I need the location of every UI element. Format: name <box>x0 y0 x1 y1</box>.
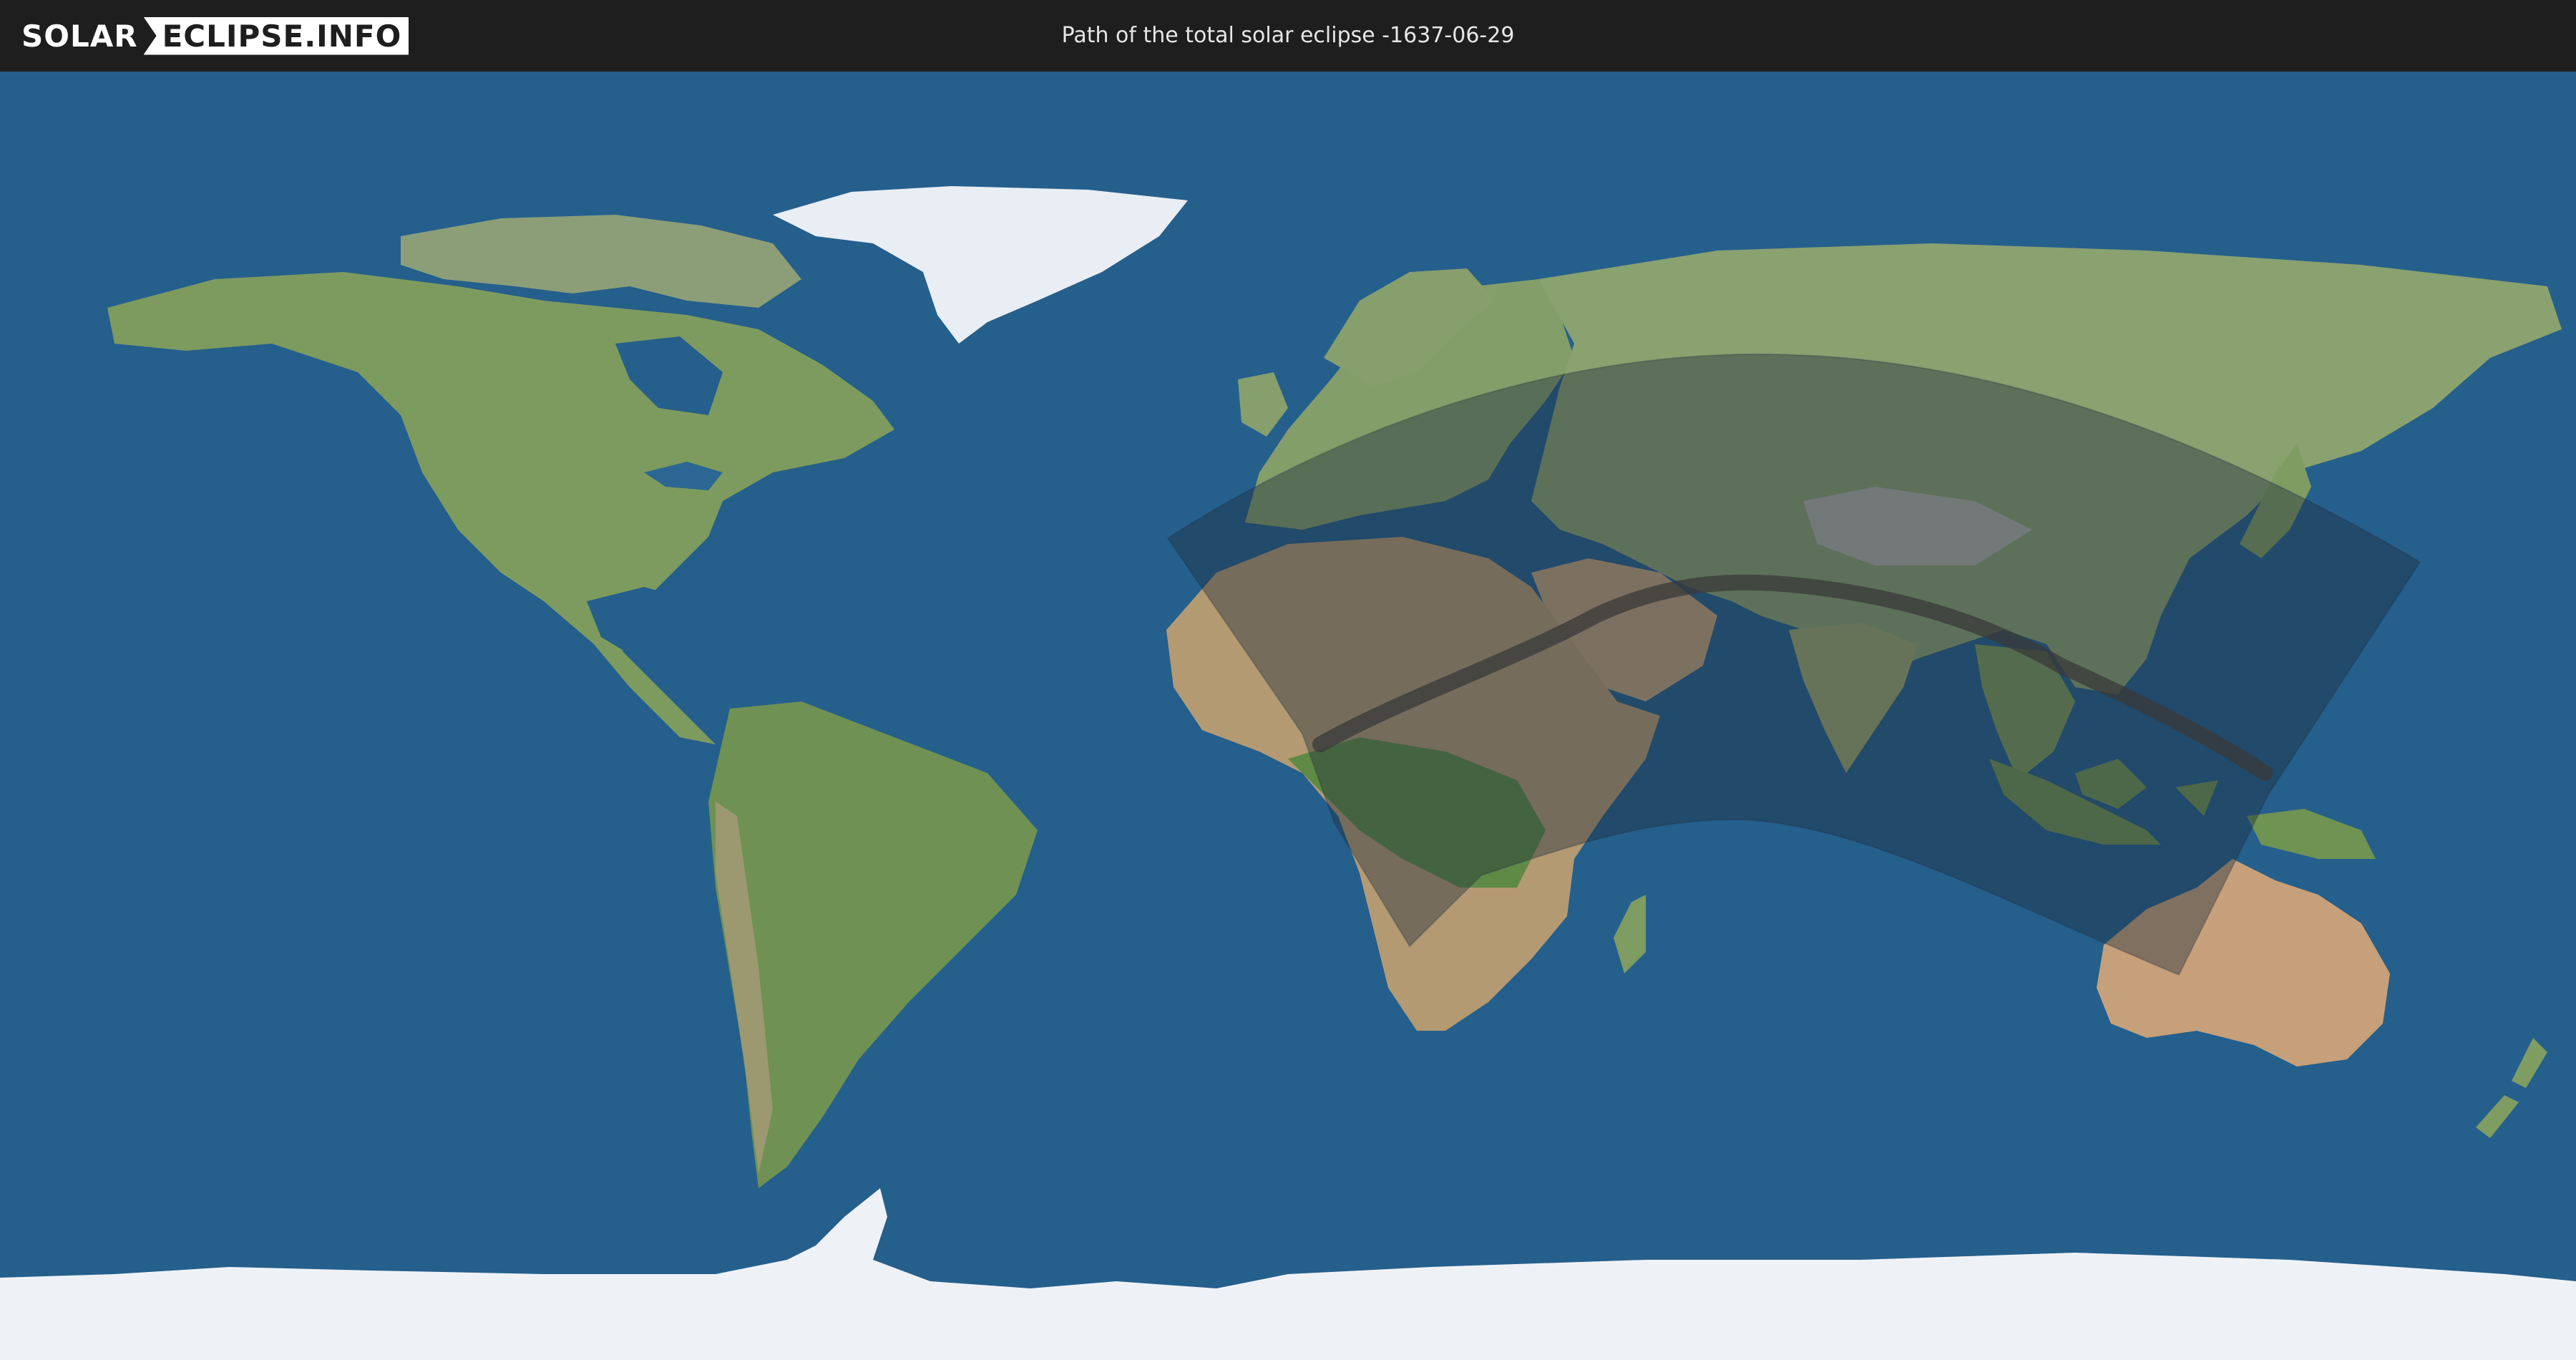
world-map[interactable] <box>0 72 2576 1360</box>
page-title: Path of the total solar eclipse -1637-06… <box>1061 23 1515 48</box>
top-bar: SOLAR ECLIPSE.INFO Path of the total sol… <box>0 0 2576 72</box>
